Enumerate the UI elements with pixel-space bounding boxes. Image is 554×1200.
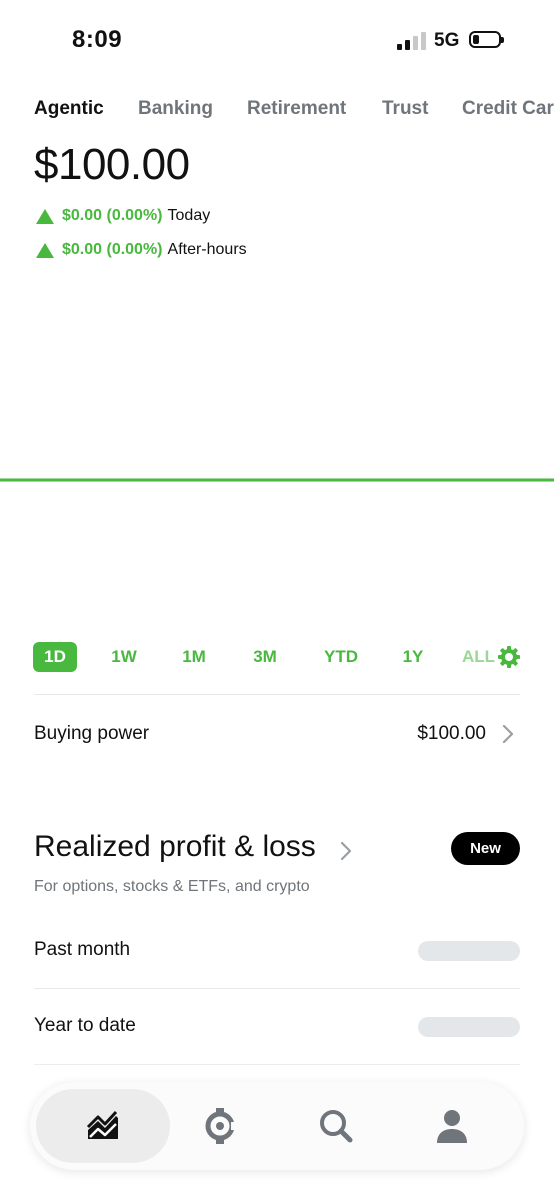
- tab-agentic[interactable]: Agentic: [34, 98, 104, 120]
- nav-search[interactable]: [296, 1089, 376, 1163]
- investing-chart-icon: [86, 1110, 118, 1139]
- today-change-value: $0.00 (0.00%): [62, 207, 163, 224]
- range-1y[interactable]: 1Y: [394, 642, 432, 672]
- profile-icon: [437, 1110, 467, 1143]
- network-type: 5G: [434, 30, 460, 51]
- portfolio-balance: $100.00: [34, 140, 190, 189]
- up-triangle-icon: [36, 208, 54, 224]
- buying-power-value[interactable]: $100.00: [417, 723, 486, 745]
- divider: [34, 988, 520, 989]
- nav-investing[interactable]: [36, 1089, 170, 1163]
- realized-pl-subtitle: For options, stocks & ETFs, and crypto: [34, 878, 310, 895]
- chevron-right-icon[interactable]: [502, 724, 514, 744]
- portfolio-chart[interactable]: [0, 380, 554, 580]
- divider: [34, 694, 520, 695]
- gear-icon[interactable]: [497, 645, 521, 669]
- year-to-date-value-placeholder: [418, 1017, 520, 1037]
- after-hours-change-row: $0.00 (0.00%) After-hours: [36, 241, 247, 259]
- past-month-value-placeholder: [418, 941, 520, 961]
- realized-pl-title[interactable]: Realized profit & loss: [34, 830, 316, 864]
- tab-credit-card[interactable]: Credit Card: [462, 98, 554, 120]
- range-1d[interactable]: 1D: [33, 642, 77, 672]
- range-3m[interactable]: 3M: [243, 642, 287, 672]
- range-all[interactable]: ALL: [462, 642, 496, 672]
- status-time: 8:09: [72, 26, 123, 53]
- chevron-right-icon[interactable]: [339, 840, 353, 862]
- tab-trust[interactable]: Trust: [382, 98, 428, 120]
- range-ytd[interactable]: YTD: [317, 642, 365, 672]
- after-hours-change-value: $0.00 (0.00%): [62, 241, 163, 258]
- search-icon: [320, 1110, 353, 1143]
- today-change-label: Today: [167, 207, 211, 224]
- nav-crypto[interactable]: [180, 1089, 260, 1163]
- bottom-nav: [30, 1082, 524, 1170]
- past-month-label[interactable]: Past month: [34, 939, 130, 961]
- crypto-icon: [205, 1108, 237, 1144]
- battery-icon: [469, 31, 504, 48]
- tab-banking[interactable]: Banking: [138, 98, 213, 120]
- range-1w[interactable]: 1W: [103, 642, 145, 672]
- buying-power-label[interactable]: Buying power: [34, 723, 149, 745]
- year-to-date-label[interactable]: Year to date: [34, 1015, 136, 1037]
- up-triangle-icon: [36, 242, 54, 258]
- today-change-row: $0.00 (0.00%) Today: [36, 207, 210, 225]
- after-hours-change-label: After-hours: [167, 241, 247, 258]
- nav-profile[interactable]: [412, 1089, 492, 1163]
- tab-retirement[interactable]: Retirement: [247, 98, 346, 120]
- cellular-signal-icon: [397, 32, 427, 50]
- range-1m[interactable]: 1M: [172, 642, 216, 672]
- time-range-selector: 1D 1W 1M 3M YTD 1Y ALL: [0, 642, 554, 674]
- portfolio-screen: 8:09 5G Agentic Banking Retirement Trust…: [0, 0, 554, 1200]
- new-badge: New: [451, 832, 520, 865]
